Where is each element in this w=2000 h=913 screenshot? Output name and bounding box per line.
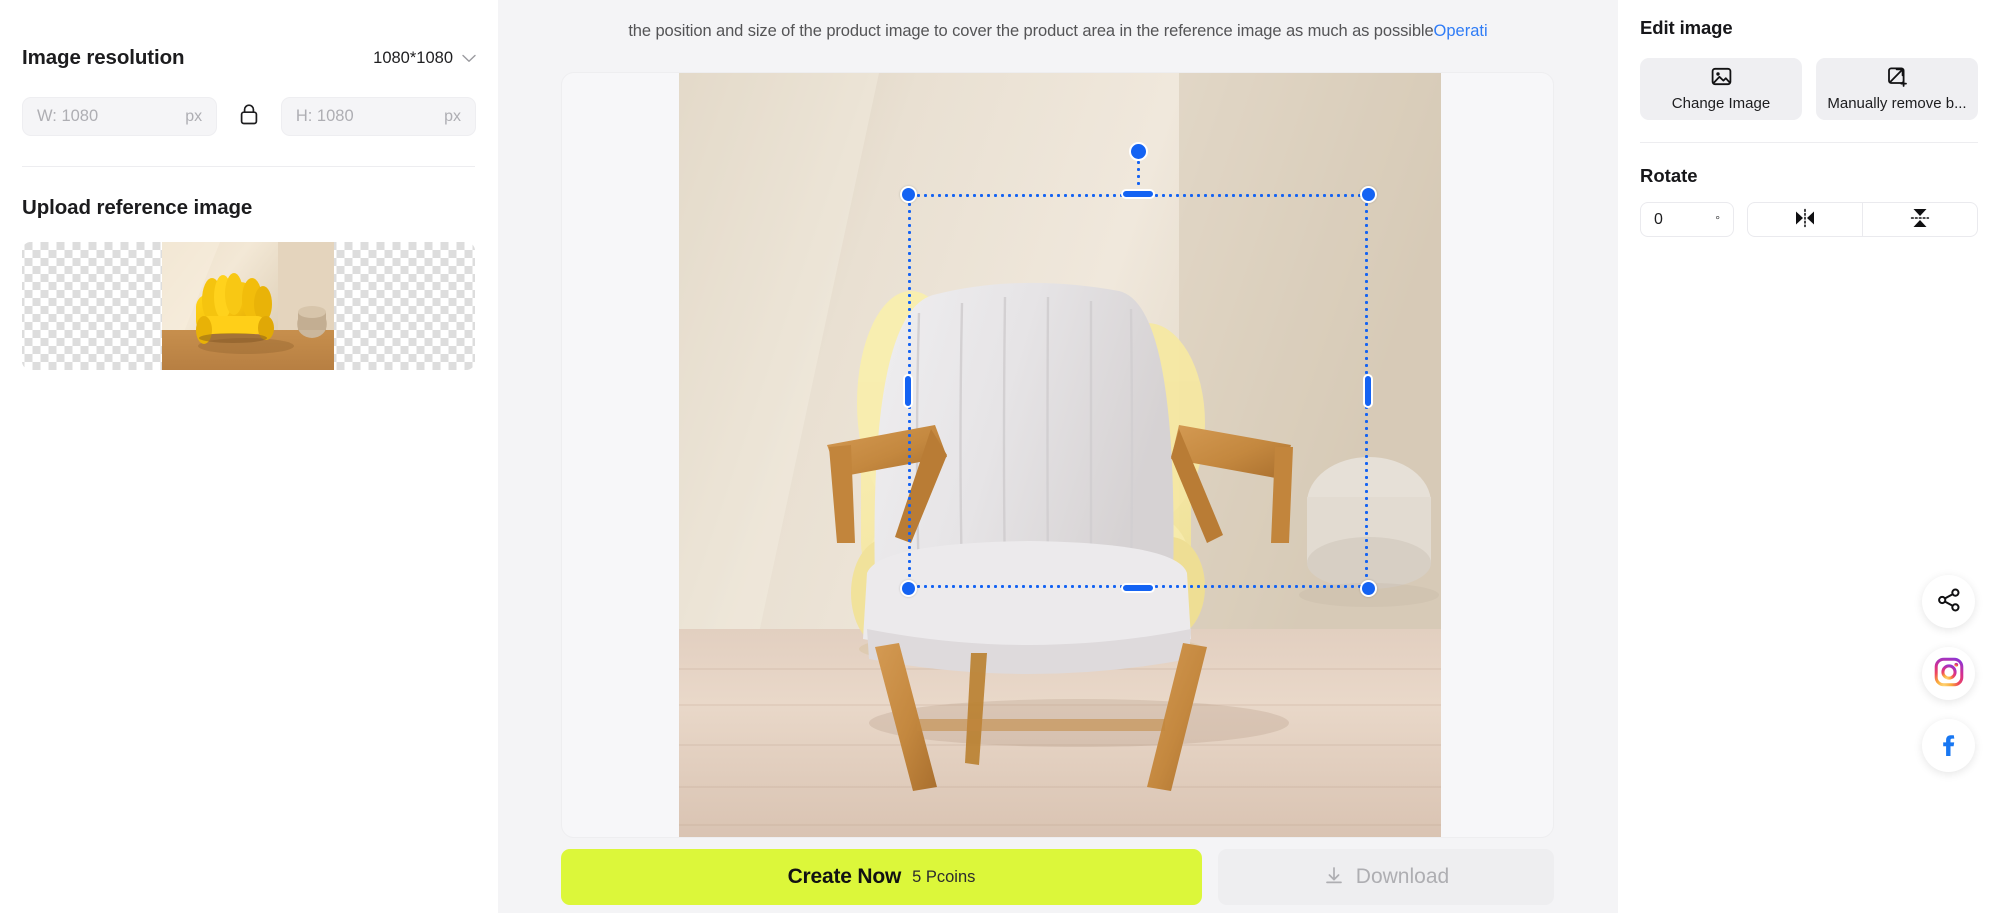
- image-resolution-title: Image resolution: [22, 46, 185, 69]
- degree-symbol: °: [1715, 212, 1720, 227]
- manually-remove-background-button[interactable]: Manually remove b...: [1816, 58, 1978, 120]
- canvas-container[interactable]: [561, 72, 1554, 838]
- resize-handle-bottom-center[interactable]: [1121, 583, 1155, 593]
- right-edit-panel: Edit image Change Image Manually remove …: [1618, 0, 2000, 913]
- create-now-label: Create Now: [787, 865, 902, 888]
- download-icon: [1323, 865, 1345, 890]
- create-now-cost: 5 Pcoins: [912, 867, 976, 886]
- instagram-icon: [1934, 657, 1964, 690]
- resize-handle-bottom-right[interactable]: [1359, 579, 1377, 597]
- dimension-inputs: px px: [22, 97, 476, 136]
- social-share-stack: [1922, 575, 1975, 772]
- facebook-icon: [1935, 730, 1963, 761]
- width-field-wrapper: px: [22, 97, 218, 136]
- height-input[interactable]: [295, 107, 431, 126]
- share-button[interactable]: [1922, 575, 1975, 628]
- width-unit-label: px: [185, 107, 203, 125]
- reference-image-thumbnail[interactable]: [22, 242, 475, 370]
- rotate-controls: °: [1640, 202, 1978, 237]
- hint-link[interactable]: Operati: [1434, 22, 1488, 41]
- flip-vertical-icon: [1910, 207, 1930, 232]
- create-now-button[interactable]: Create Now 5 Pcoins: [561, 849, 1202, 905]
- bottom-action-bar: Create Now 5 Pcoins Download: [561, 849, 1554, 905]
- change-image-label: Change Image: [1671, 95, 1771, 112]
- flip-vertical-button[interactable]: [1863, 203, 1977, 236]
- resize-handle-bottom-left[interactable]: [899, 579, 917, 597]
- image-editor-app: Image resolution 1080*1080 px: [0, 0, 2000, 913]
- aspect-lock-wrapper: [217, 103, 281, 131]
- instagram-button[interactable]: [1922, 647, 1975, 700]
- download-button[interactable]: Download: [1218, 849, 1554, 905]
- chevron-down-icon: [462, 54, 476, 63]
- height-field-wrapper: px: [280, 97, 476, 136]
- resolution-value: 1080*1080: [373, 48, 453, 67]
- image-icon: [1711, 66, 1732, 90]
- editor-canvas-area: the position and size of the product ima…: [498, 0, 1618, 913]
- resize-handle-top-left[interactable]: [899, 185, 917, 203]
- resize-handle-middle-right[interactable]: [1363, 374, 1373, 408]
- upload-reference-title: Upload reference image: [22, 196, 253, 219]
- flip-horizontal-icon: [1794, 208, 1816, 231]
- left-settings-panel: Image resolution 1080*1080 px: [0, 0, 498, 913]
- download-label: Download: [1355, 865, 1450, 888]
- manually-remove-background-label: Manually remove b...: [1827, 95, 1967, 112]
- edit-actions-row: Change Image Manually remove b...: [1640, 58, 1978, 120]
- resize-handle-top-center[interactable]: [1121, 189, 1155, 199]
- rotate-degree-input[interactable]: [1654, 210, 1700, 229]
- lock-icon[interactable]: [239, 103, 259, 131]
- magic-eraser-icon: [1887, 66, 1908, 90]
- edit-image-title: Edit image: [1640, 17, 1733, 38]
- selection-bounding-box[interactable]: [899, 142, 1377, 597]
- change-image-button[interactable]: Change Image: [1640, 58, 1802, 120]
- resize-handle-middle-left[interactable]: [903, 374, 913, 408]
- resolution-dropdown[interactable]: 1080*1080: [373, 49, 476, 68]
- rotate-degree-field: °: [1640, 202, 1734, 237]
- left-panel-divider: [22, 166, 475, 167]
- right-panel-divider: [1640, 142, 1978, 143]
- hint-text: the position and size of the product ima…: [628, 21, 1434, 40]
- flip-button-group: [1747, 202, 1978, 237]
- rotate-title: Rotate: [1640, 165, 1698, 186]
- flip-horizontal-button[interactable]: [1748, 203, 1862, 236]
- resolution-header: Image resolution 1080*1080: [22, 46, 476, 70]
- scene-image: [679, 73, 1441, 837]
- height-unit-label: px: [444, 107, 461, 125]
- width-input[interactable]: [37, 107, 172, 126]
- reference-image-preview: [162, 242, 334, 370]
- facebook-button[interactable]: [1922, 719, 1975, 772]
- share-icon: [1936, 587, 1962, 616]
- hint-banner: the position and size of the product ima…: [498, 0, 1618, 62]
- rotate-handle[interactable]: [1128, 142, 1148, 161]
- resize-handle-top-right[interactable]: [1359, 185, 1377, 203]
